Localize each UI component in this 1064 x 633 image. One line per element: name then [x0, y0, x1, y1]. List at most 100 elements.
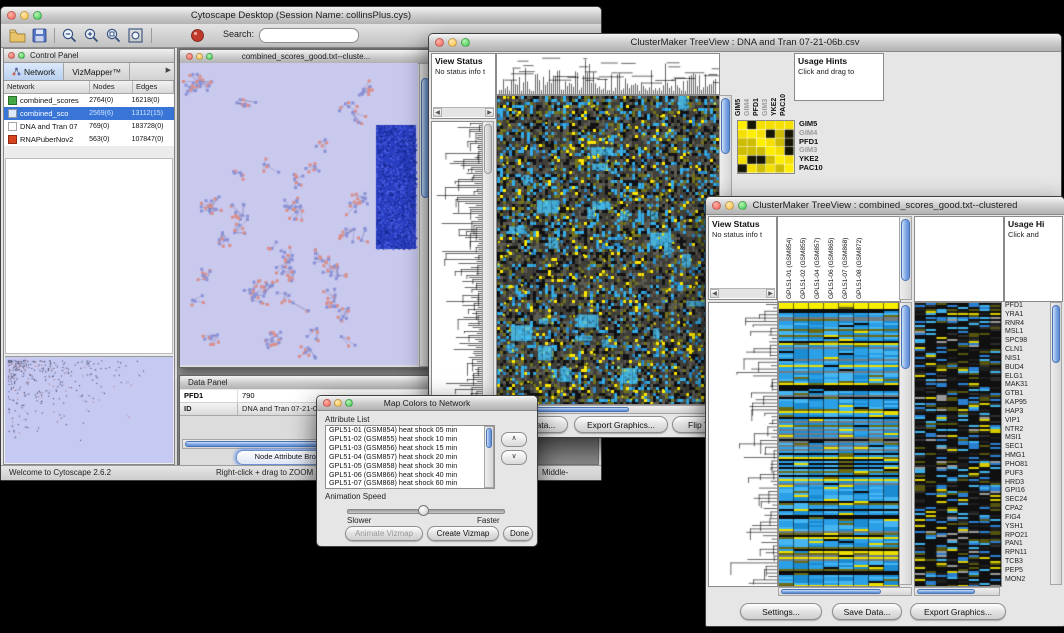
slider-thumb[interactable] — [418, 505, 429, 516]
heatmap-horizontal-scrollbar[interactable] — [778, 587, 912, 596]
gene-label[interactable]: FIG4 — [1005, 514, 1049, 523]
column-dendrogram[interactable] — [496, 53, 720, 95]
gene-label[interactable]: MAK31 — [1005, 381, 1049, 390]
settings-button[interactable]: Settings... — [740, 603, 822, 620]
heatmap-canvas[interactable] — [778, 302, 900, 587]
gene-label[interactable]: MSL1 — [1005, 328, 1049, 337]
gene-label[interactable]: MSI1 — [1005, 434, 1049, 443]
gene-label[interactable]: NTR2 — [1005, 426, 1049, 435]
gene-label[interactable]: PAN1 — [1005, 540, 1049, 549]
heatmap-vertical-scrollbar[interactable] — [899, 302, 912, 585]
annotation-icon[interactable] — [189, 27, 206, 44]
close-button[interactable] — [712, 201, 721, 210]
data-panel-titlebar[interactable]: Data Panel — [180, 376, 432, 390]
network-row[interactable]: combined_scores 2764(0) 16218(0) — [4, 94, 174, 107]
move-down-button[interactable]: ∨ — [501, 450, 527, 465]
view-status-scrollbar[interactable]: ◀ ▶ — [433, 107, 494, 117]
tab-vizmapper[interactable]: VizMapper™ — [64, 63, 130, 80]
gene-label[interactable]: PHO81 — [1005, 461, 1049, 470]
gene-label[interactable]: RPO21 — [1005, 532, 1049, 541]
gene-label[interactable]: BUD4 — [1005, 364, 1049, 373]
gene-label[interactable]: GTB1 — [1005, 390, 1049, 399]
gene-label[interactable]: CLN1 — [1005, 346, 1049, 355]
gene-label[interactable]: YSH1 — [1005, 523, 1049, 532]
close-button[interactable] — [8, 52, 15, 59]
minimize-button[interactable] — [725, 201, 734, 210]
zoom-button[interactable] — [738, 201, 747, 210]
more-tabs-icon[interactable]: ▶ — [166, 66, 171, 74]
gene-label[interactable]: PUF3 — [1005, 470, 1049, 479]
gene-label[interactable]: MON2 — [1005, 576, 1049, 585]
network-row[interactable]: DNA and Tran 07 769(0) 183728(0) — [4, 120, 174, 133]
zoom-in-icon[interactable] — [83, 27, 100, 44]
gene-label[interactable]: SPC98 — [1005, 337, 1049, 346]
gene-label[interactable]: VIP1 — [1005, 417, 1049, 426]
gene-label[interactable]: RPN11 — [1005, 549, 1049, 558]
zoom-selected-icon[interactable] — [105, 27, 122, 44]
view-status-scrollbar[interactable]: ◀ ▶ — [710, 288, 775, 298]
minimize-button[interactable] — [448, 38, 457, 47]
scroll-right-icon[interactable]: ▶ — [485, 108, 494, 117]
gene-label[interactable]: KAP95 — [1005, 399, 1049, 408]
zoom-fit-icon[interactable] — [127, 27, 144, 44]
gene-list-scrollbar[interactable] — [1050, 302, 1062, 585]
minimize-button[interactable] — [20, 11, 29, 20]
zoom-button[interactable] — [345, 399, 353, 407]
create-vizmap-button[interactable]: Create Vizmap — [427, 526, 499, 541]
dendrogram-scrollbar[interactable] — [482, 121, 494, 403]
scroll-right-icon[interactable]: ▶ — [766, 289, 775, 298]
close-button[interactable] — [7, 11, 16, 20]
network-row[interactable]: RNAPuberNov2 563(0) 107847(0) — [4, 133, 174, 146]
zoom-button[interactable] — [18, 52, 25, 59]
secondary-horizontal-scrollbar[interactable] — [914, 587, 1000, 596]
minimize-button[interactable] — [196, 53, 203, 60]
tab-network[interactable]: Network — [4, 63, 64, 80]
gene-label[interactable]: NIS1 — [1005, 355, 1049, 364]
save-session-icon[interactable] — [31, 27, 48, 44]
zoom-button[interactable] — [206, 53, 213, 60]
close-button[interactable] — [186, 53, 193, 60]
gene-label[interactable]: PFD1 — [1005, 302, 1049, 311]
desktop-titlebar[interactable]: Cytoscape Desktop (Session Name: collins… — [1, 7, 601, 25]
scrollbar-thumb[interactable] — [917, 589, 975, 594]
secondary-heatmap-canvas[interactable] — [914, 302, 1002, 587]
gene-label[interactable]: HAP3 — [1005, 408, 1049, 417]
scrollbar-thumb[interactable] — [1052, 305, 1060, 363]
list-scrollbar[interactable] — [484, 426, 494, 488]
export-graphics-button[interactable]: Export Graphics... — [574, 416, 668, 433]
network-row[interactable]: combined_sco 2569(6) 13112(15) — [4, 107, 174, 120]
close-button[interactable] — [323, 399, 331, 407]
row-dendrogram[interactable] — [431, 121, 483, 405]
animate-vizmap-button[interactable]: Animate Vizmap — [345, 526, 423, 541]
save-data-button[interactable]: Save Data... — [832, 603, 902, 620]
network-canvas[interactable] — [180, 63, 418, 365]
gene-label[interactable]: ELG1 — [1005, 373, 1049, 382]
zoom-out-icon[interactable] — [61, 27, 78, 44]
zoom-button[interactable] — [33, 11, 42, 20]
done-button[interactable]: Done — [503, 526, 533, 541]
gene-label[interactable]: TCB3 — [1005, 558, 1049, 567]
close-button[interactable] — [435, 38, 444, 47]
scrollbar-thumb[interactable] — [185, 441, 335, 447]
scrollbar-thumb[interactable] — [721, 98, 730, 154]
gene-label[interactable]: YRA1 — [1005, 311, 1049, 320]
scroll-left-icon[interactable]: ◀ — [433, 108, 442, 117]
treeview2-titlebar[interactable]: ClusterMaker TreeView : combined_scores_… — [706, 197, 1064, 215]
dialog-titlebar[interactable]: Map Colors to Network — [317, 396, 537, 411]
gene-label[interactable]: GPI16 — [1005, 487, 1049, 496]
gene-label[interactable]: PEP5 — [1005, 567, 1049, 576]
gene-label[interactable]: SEC1 — [1005, 443, 1049, 452]
column-labels-scrollbar[interactable] — [899, 216, 912, 300]
row-dendrogram[interactable] — [708, 302, 778, 587]
search-input[interactable] — [259, 28, 359, 43]
treeview1-titlebar[interactable]: ClusterMaker TreeView : DNA and Tran 07-… — [429, 34, 1061, 52]
move-up-button[interactable]: ∧ — [501, 432, 527, 447]
zoom-button[interactable] — [461, 38, 470, 47]
scrollbar-thumb[interactable] — [901, 219, 910, 281]
scrollbar-thumb[interactable] — [901, 305, 910, 369]
gene-label[interactable]: SEC24 — [1005, 496, 1049, 505]
gene-label[interactable]: HMG1 — [1005, 452, 1049, 461]
minimize-button[interactable] — [334, 399, 342, 407]
similarity-matrix[interactable] — [737, 120, 795, 174]
scrollbar-thumb[interactable] — [484, 124, 492, 174]
